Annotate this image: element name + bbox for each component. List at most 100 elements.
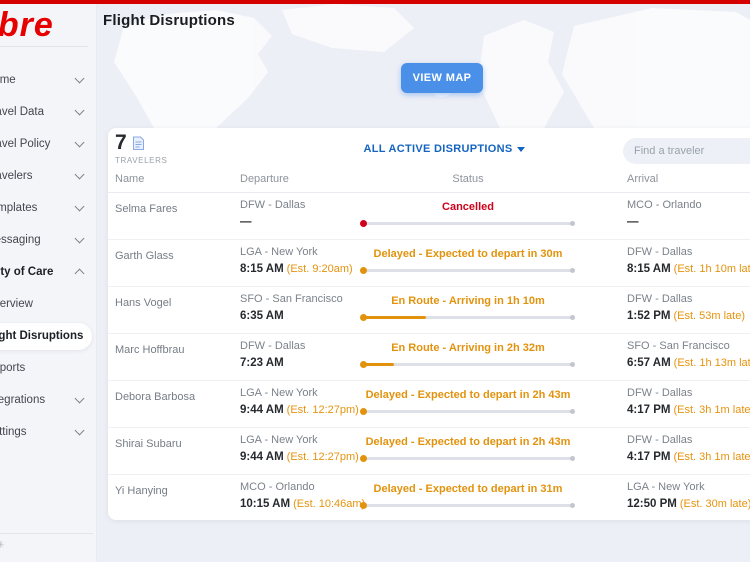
- status-label: Delayed - Expected to depart in 31m: [374, 483, 563, 495]
- column-header-status: Status: [362, 173, 574, 185]
- destination-dot: [570, 315, 575, 320]
- table-row[interactable]: Garth Glass LGA - New York 8:15 AM(Est. …: [108, 239, 750, 286]
- progress-track: [362, 457, 574, 460]
- sidebar-item-travel-data[interactable]: Travel Data: [0, 96, 96, 128]
- help-icon[interactable]: ✳: [0, 540, 4, 551]
- traveler-name: Marc Hoffbrau: [115, 344, 185, 356]
- traveler-name: Yi Hanying: [115, 485, 168, 497]
- travelers-label: TRAVELERS: [115, 156, 167, 165]
- sidebar-item-home[interactable]: Home: [0, 64, 96, 96]
- origin-dot: [360, 455, 367, 462]
- departure-cell: DFW - Dallas 7:23 AM: [240, 340, 305, 369]
- brand-accent-bar: [0, 0, 750, 4]
- destination-dot: [570, 268, 575, 273]
- app-window: sabre Home Travel Data Travel Policy Tra…: [0, 0, 750, 562]
- chevron-down-icon: [75, 106, 85, 116]
- sidebar-nav: Home Travel Data Travel Policy Travelers…: [0, 64, 96, 448]
- disruptions-panel: 7 TRAVELERS ALL ACTIVE DISRUPTIONS Name: [108, 128, 750, 520]
- sidebar-item-duty-of-care[interactable]: Duty of Care: [0, 256, 96, 288]
- arrival-cell: LGA - New York 12:50 PM(Est. 30m late): [627, 481, 750, 510]
- status-cell: Delayed - Expected to depart in 31m: [362, 475, 574, 521]
- status-label: Delayed - Expected to depart in 2h 43m: [366, 389, 571, 401]
- view-map-button[interactable]: VIEW MAP: [401, 63, 483, 93]
- traveler-name: Shirai Subaru: [115, 438, 182, 450]
- arrival-cell: MCO - Orlando —: [627, 199, 702, 228]
- progress-track: [362, 363, 574, 366]
- chevron-down-icon: [75, 234, 85, 244]
- origin-dot: [360, 502, 367, 509]
- page-title: Flight Disruptions: [103, 12, 235, 29]
- arrival-cell: DFW - Dallas 1:52 PM(Est. 53m late): [627, 293, 745, 322]
- table-row[interactable]: Selma Fares DFW - Dallas — Cancelled: [108, 193, 750, 239]
- sidebar-item-messaging[interactable]: Messaging: [0, 224, 96, 256]
- origin-dot: [360, 220, 367, 227]
- origin-dot: [360, 267, 367, 274]
- panel-header: 7 TRAVELERS ALL ACTIVE DISRUPTIONS: [108, 128, 750, 170]
- column-header-arrival: Arrival: [627, 173, 658, 185]
- status-cell: En Route - Arriving in 2h 32m: [362, 334, 574, 380]
- destination-dot: [570, 456, 575, 461]
- arrival-cell: SFO - San Francisco 6:57 AM(Est. 1h 13m …: [627, 340, 750, 369]
- progress-fill: [362, 316, 426, 319]
- progress-track: [362, 316, 574, 319]
- destination-dot: [570, 221, 575, 226]
- status-cell: Delayed - Expected to depart in 30m: [362, 240, 574, 286]
- departure-cell: LGA - New York 8:15 AM(Est. 9:20am): [240, 246, 353, 275]
- column-header-name: Name: [115, 173, 144, 185]
- sidebar-item-travel-policy[interactable]: Travel Policy: [0, 128, 96, 160]
- sabre-logo: sabre: [0, 6, 54, 45]
- arrival-cell: DFW - Dallas 4:17 PM(Est. 3h 1m late): [627, 387, 750, 416]
- divider: [0, 533, 93, 534]
- traveler-name: Hans Vogel: [115, 297, 171, 309]
- departure-cell: LGA - New York 9:44 AM(Est. 12:27pm): [240, 387, 359, 416]
- progress-track: [362, 504, 574, 507]
- status-cell: Delayed - Expected to depart in 2h 43m: [362, 428, 574, 474]
- status-label: Delayed - Expected to depart in 2h 43m: [366, 436, 571, 448]
- status-label: Cancelled: [442, 201, 494, 213]
- table-row[interactable]: Hans Vogel SFO - San Francisco 6:35 AM E…: [108, 286, 750, 333]
- departure-cell: SFO - San Francisco 6:35 AM: [240, 293, 343, 322]
- origin-dot: [360, 314, 367, 321]
- chevron-down-icon: [75, 394, 85, 404]
- arrival-cell: DFW - Dallas 4:17 PM(Est. 3h 1m late): [627, 434, 750, 463]
- sidebar: sabre Home Travel Data Travel Policy Tra…: [0, 4, 97, 562]
- destination-dot: [570, 362, 575, 367]
- sidebar-item-overview[interactable]: Overview: [0, 288, 96, 320]
- table-row[interactable]: Shirai Subaru LGA - New York 9:44 AM(Est…: [108, 427, 750, 474]
- table-row[interactable]: Marc Hoffbrau DFW - Dallas 7:23 AM En Ro…: [108, 333, 750, 380]
- table-column-headers: Name Departure Status Arrival: [108, 170, 750, 193]
- main-content: Flight Disruptions VIEW MAP 7 TRAVELERS: [96, 4, 750, 562]
- status-label: En Route - Arriving in 2h 32m: [391, 342, 545, 354]
- traveler-name: Selma Fares: [115, 203, 177, 215]
- status-label: Delayed - Expected to depart in 30m: [374, 248, 563, 260]
- departure-cell: MCO - Orlando 10:15 AM(Est. 10:46am): [240, 481, 365, 510]
- destination-dot: [570, 503, 575, 508]
- departure-cell: LGA - New York 9:44 AM(Est. 12:27pm): [240, 434, 359, 463]
- divider: [0, 46, 88, 47]
- dropdown-arrow-icon: [517, 147, 525, 152]
- chevron-up-icon: [75, 269, 85, 279]
- traveler-name: Garth Glass: [115, 250, 174, 262]
- origin-dot: [360, 408, 367, 415]
- destination-dot: [570, 409, 575, 414]
- search-input[interactable]: [623, 138, 750, 164]
- sidebar-item-reports[interactable]: Reports: [0, 352, 96, 384]
- status-cell: Delayed - Expected to depart in 2h 43m: [362, 381, 574, 427]
- status-label: En Route - Arriving in 1h 10m: [391, 295, 545, 307]
- sidebar-item-flight-disruptions[interactable]: Flight Disruptions: [0, 323, 92, 350]
- travelers-table: Selma Fares DFW - Dallas — Cancelled: [108, 193, 750, 521]
- table-row[interactable]: Yi Hanying MCO - Orlando 10:15 AM(Est. 1…: [108, 474, 750, 521]
- column-header-departure: Departure: [240, 173, 289, 185]
- table-row[interactable]: Debora Barbosa LGA - New York 9:44 AM(Es…: [108, 380, 750, 427]
- arrival-cell: DFW - Dallas 8:15 AM(Est. 1h 10m late): [627, 246, 750, 275]
- sidebar-item-integrations[interactable]: Integrations: [0, 384, 96, 416]
- chevron-down-icon: [75, 138, 85, 148]
- sidebar-item-travelers[interactable]: Travelers: [0, 160, 96, 192]
- departure-cell: DFW - Dallas —: [240, 199, 305, 228]
- sidebar-item-settings[interactable]: Settings: [0, 416, 96, 448]
- sidebar-item-templates[interactable]: Templates: [0, 192, 96, 224]
- chevron-down-icon: [75, 426, 85, 436]
- traveler-name: Debora Barbosa: [115, 391, 195, 403]
- chevron-down-icon: [75, 74, 85, 84]
- status-cell: Cancelled: [362, 193, 574, 239]
